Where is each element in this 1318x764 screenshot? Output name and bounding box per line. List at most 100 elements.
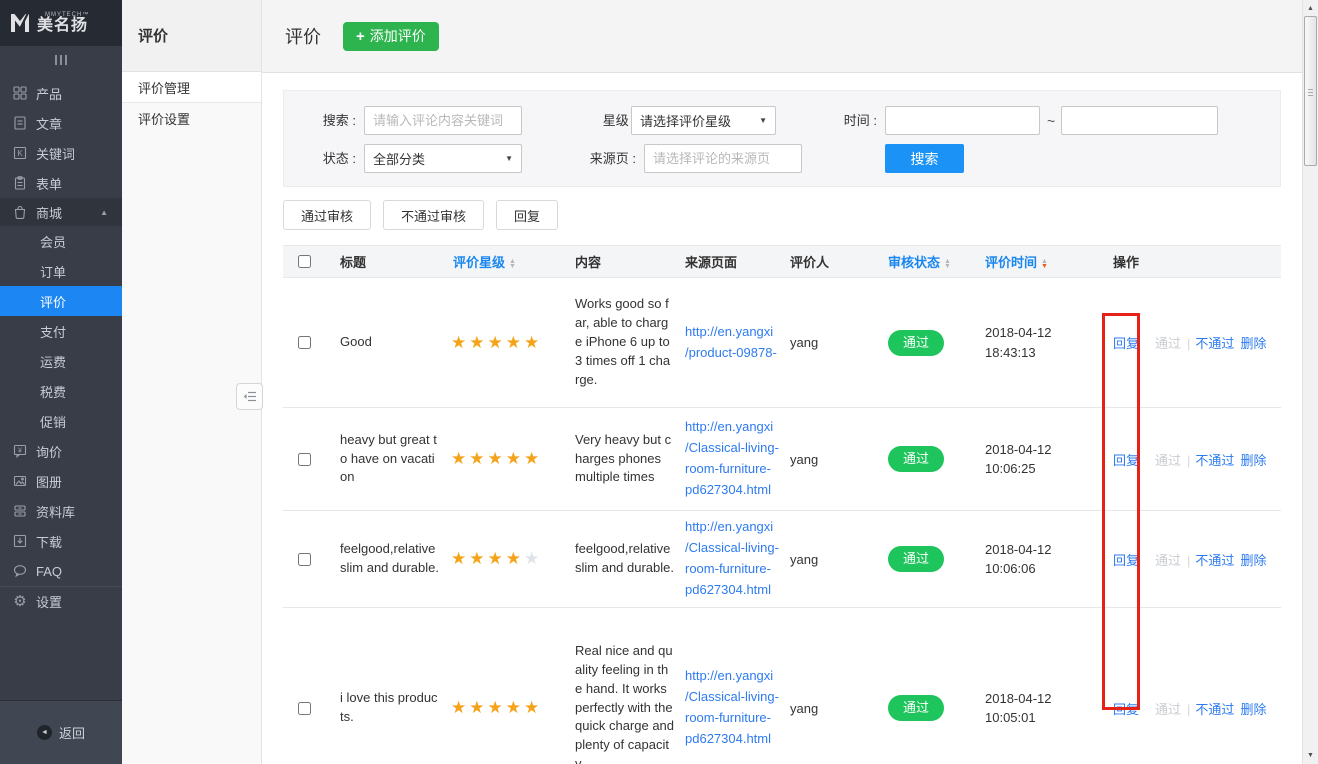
download-icon bbox=[13, 534, 27, 548]
reject-link[interactable]: 不通过 bbox=[1195, 553, 1234, 568]
delete-link[interactable]: 删除 bbox=[1240, 336, 1266, 351]
sidebar-item-label: 关键词 bbox=[36, 144, 75, 163]
review-time: 2018-04-1218:43:13 bbox=[975, 323, 1100, 362]
time-from-input[interactable] bbox=[885, 106, 1040, 135]
bulk-approve-button[interactable]: 通过审核 bbox=[283, 200, 371, 230]
sidebar-item-label: 设置 bbox=[36, 592, 62, 611]
reply-link[interactable]: 回复 bbox=[1113, 453, 1139, 468]
sidebar-item-gallery[interactable]: 图册 bbox=[0, 466, 122, 496]
sort-icon: ▲▼ bbox=[509, 259, 516, 269]
approve-link-disabled: 通过 bbox=[1155, 702, 1181, 717]
sidebar-nav: 产品 文章 K 关键词 表单 bbox=[0, 78, 122, 616]
chevron-down-icon: ▼ bbox=[759, 116, 767, 125]
source-page-link[interactable]: http://en.yangxi /Classical-living- room… bbox=[680, 666, 785, 749]
subnav-title: 评价 bbox=[138, 25, 168, 46]
col-stars[interactable]: 评价星级▲▼ bbox=[445, 252, 560, 271]
back-button[interactable]: ◄ 返回 bbox=[0, 700, 122, 764]
reject-link[interactable]: 不通过 bbox=[1195, 336, 1234, 351]
bulk-reply-button[interactable]: 回复 bbox=[496, 200, 558, 230]
col-status[interactable]: 审核状态▲▼ bbox=[880, 252, 975, 271]
star-filter-select[interactable]: 请选择评价星级 ▼ bbox=[631, 106, 776, 135]
sidebar-collapse-icon[interactable] bbox=[0, 46, 122, 74]
source-filter-input[interactable] bbox=[644, 144, 802, 173]
image-icon bbox=[13, 474, 27, 488]
row-checkbox[interactable] bbox=[298, 453, 311, 466]
approve-link-disabled: 通过 bbox=[1155, 336, 1181, 351]
sidebar-item-reviews[interactable]: 评价 bbox=[0, 286, 122, 316]
panel-collapse-button[interactable] bbox=[236, 383, 263, 410]
star-rating: ★★★★★ bbox=[445, 698, 560, 718]
sidebar-item-faq[interactable]: FAQ bbox=[0, 556, 122, 586]
plus-icon: + bbox=[356, 28, 365, 45]
search-submit-button[interactable]: 搜索 bbox=[885, 144, 964, 173]
sidebar-item-tax[interactable]: 税费 bbox=[0, 376, 122, 406]
sidebar-item-shipping[interactable]: 运费 bbox=[0, 346, 122, 376]
shopping-bag-icon bbox=[13, 205, 27, 219]
review-time: 2018-04-1210:06:06 bbox=[975, 540, 1100, 579]
sidebar-item-keywords[interactable]: K 关键词 bbox=[0, 138, 122, 168]
svg-text:¥: ¥ bbox=[18, 448, 22, 455]
vertical-scrollbar[interactable]: ▲ ▼ bbox=[1302, 0, 1318, 764]
delete-link[interactable]: 删除 bbox=[1240, 702, 1266, 717]
subnav-item-review-management[interactable]: 评价管理 bbox=[122, 72, 261, 103]
time-to-input[interactable] bbox=[1061, 106, 1218, 135]
sidebar-item-label: 文章 bbox=[36, 114, 62, 133]
sidebar-item-settings[interactable]: ⚙ 设置 bbox=[0, 586, 122, 616]
review-content: feelgood,relative slim and durable. bbox=[560, 540, 680, 578]
review-time: 2018-04-1210:05:01 bbox=[975, 689, 1100, 728]
bulk-reject-button[interactable]: 不通过审核 bbox=[383, 200, 484, 230]
time-filter-label: 时间 : bbox=[814, 106, 877, 136]
source-page-link[interactable]: http://en.yangxi /Classical-living- room… bbox=[680, 417, 785, 500]
page-header: 评价 + 添加评价 bbox=[262, 0, 1302, 73]
sidebar-item-orders[interactable]: 订单 bbox=[0, 256, 122, 286]
col-time[interactable]: 评价时间▲▼ bbox=[975, 252, 1100, 271]
reviewer-name: yang bbox=[785, 701, 880, 716]
app-window: MMYTECH™ 美名扬 产品 文章 K 关键词 bbox=[0, 0, 1318, 764]
tilde-separator: ~ bbox=[1047, 113, 1055, 129]
select-all-checkbox[interactable] bbox=[298, 255, 311, 268]
sidebar-item-forms[interactable]: 表单 bbox=[0, 168, 122, 198]
inquiry-chat-icon: ¥ bbox=[13, 444, 27, 458]
sidebar-item-members[interactable]: 会员 bbox=[0, 226, 122, 256]
row-checkbox[interactable] bbox=[298, 553, 311, 566]
main-content: 评价 + 添加评价 搜索 : 星级 : 请选择评价星级 ▼ 时间 : ~ 状态 … bbox=[262, 0, 1302, 764]
scroll-down-arrow-icon[interactable]: ▼ bbox=[1303, 752, 1318, 759]
reply-link[interactable]: 回复 bbox=[1113, 336, 1139, 351]
reply-link[interactable]: 回复 bbox=[1113, 702, 1139, 717]
sidebar-item-label: 询价 bbox=[36, 442, 62, 461]
review-title: heavy but great to have on vacation bbox=[325, 431, 445, 488]
reject-link[interactable]: 不通过 bbox=[1195, 702, 1234, 717]
delete-link[interactable]: 删除 bbox=[1240, 453, 1266, 468]
ops-separator: | bbox=[1187, 336, 1190, 351]
review-title: Good bbox=[325, 333, 445, 352]
row-checkbox[interactable] bbox=[298, 336, 311, 349]
status-badge: 通过 bbox=[888, 546, 944, 572]
search-input[interactable] bbox=[364, 106, 522, 135]
sidebar-item-products[interactable]: 产品 bbox=[0, 78, 122, 108]
sidebar-item-label: 表单 bbox=[36, 174, 62, 193]
row-checkbox[interactable] bbox=[298, 702, 311, 715]
sidebar-item-inquiry[interactable]: ¥ 询价 bbox=[0, 436, 122, 466]
add-review-label: 添加评价 bbox=[370, 26, 426, 46]
subnav-item-review-settings[interactable]: 评价设置 bbox=[122, 103, 261, 134]
sidebar-item-library[interactable]: 资料库 bbox=[0, 496, 122, 526]
source-page-link[interactable]: http://en.yangxi /Classical-living- room… bbox=[680, 517, 785, 600]
source-page-link[interactable]: http://en.yangxi /product-09878- bbox=[680, 322, 785, 364]
reject-link[interactable]: 不通过 bbox=[1195, 453, 1234, 468]
status-filter-label: 状态 : bbox=[284, 144, 356, 174]
sidebar-item-articles[interactable]: 文章 bbox=[0, 108, 122, 138]
delete-link[interactable]: 删除 bbox=[1240, 553, 1266, 568]
star-filter-label: 星级 : bbox=[574, 106, 636, 136]
sidebar-item-promotion[interactable]: 促销 bbox=[0, 406, 122, 436]
reviewer-name: yang bbox=[785, 452, 880, 467]
add-review-button[interactable]: + 添加评价 bbox=[343, 22, 439, 51]
source-filter-label: 来源页 : bbox=[554, 144, 636, 174]
scrollbar-thumb[interactable] bbox=[1304, 16, 1317, 166]
sidebar-group-shop[interactable]: 商城 ▲ bbox=[0, 198, 122, 226]
status-filter-select[interactable]: 全部分类 ▼ bbox=[364, 144, 522, 173]
reply-link[interactable]: 回复 bbox=[1113, 553, 1139, 568]
back-arrow-icon: ◄ bbox=[37, 725, 52, 740]
sidebar-item-payment[interactable]: 支付 bbox=[0, 316, 122, 346]
scroll-up-arrow-icon[interactable]: ▲ bbox=[1303, 5, 1318, 12]
sidebar-item-download[interactable]: 下载 bbox=[0, 526, 122, 556]
